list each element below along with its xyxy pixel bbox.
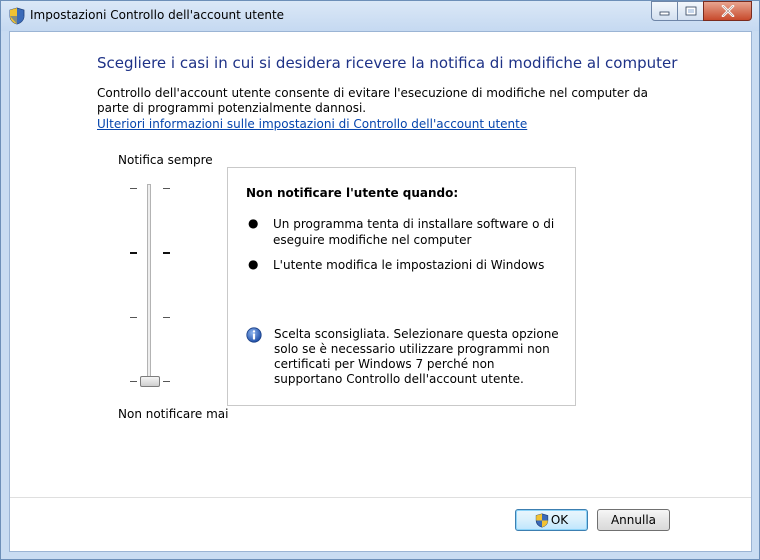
slider-tick	[130, 252, 137, 254]
slider-tick	[130, 317, 137, 318]
uac-shield-icon	[535, 512, 548, 528]
description-panel: Non notificare l'utente quando: ● Un pro…	[227, 167, 576, 406]
cancel-button[interactable]: Annulla	[597, 509, 670, 531]
slider-tick	[130, 188, 137, 189]
title-bar: Impostazioni Controllo dell'account uten…	[1, 1, 759, 31]
more-info-link[interactable]: Ulteriori informazioni sulle impostazion…	[97, 117, 527, 131]
slider-tick	[130, 381, 137, 382]
maximize-icon	[685, 6, 696, 16]
slider-thumb[interactable]	[140, 376, 160, 387]
slider-tick	[163, 188, 170, 189]
panel-title: Non notificare l'utente quando:	[246, 186, 459, 200]
dialog-content: Scegliere i casi in cui si desidera rice…	[9, 31, 752, 552]
bullet-icon: ●	[248, 257, 259, 271]
slider-bottom-label: Non notificare mai	[118, 407, 229, 421]
slider-tick	[163, 252, 170, 254]
separator	[10, 497, 751, 498]
slider-track[interactable]	[147, 184, 151, 384]
slider-tick	[163, 317, 170, 318]
ok-label: OK	[550, 513, 569, 527]
minimize-button[interactable]	[651, 1, 678, 21]
slider-top-label: Notifica sempre	[118, 153, 213, 167]
bullet-icon: ●	[248, 216, 259, 230]
bullet-text: L'utente modifica le impostazioni di Win…	[273, 258, 545, 272]
uac-settings-window: Impostazioni Controllo dell'account uten…	[0, 0, 760, 560]
bullet-text: Un programma tenta di installare softwar…	[273, 217, 555, 247]
page-title: Scegliere i casi in cui si desidera rice…	[97, 54, 678, 72]
uac-shield-icon	[9, 7, 25, 25]
info-text: Scelta sconsigliata. Selezionare questa …	[274, 327, 559, 386]
close-button[interactable]	[703, 1, 752, 21]
description-text: Controllo dell'account utente consente d…	[97, 86, 648, 115]
ok-button[interactable]: OK	[515, 509, 588, 531]
info-icon	[246, 327, 262, 343]
slider-tick	[163, 381, 170, 382]
maximize-button[interactable]	[677, 1, 704, 21]
minimize-icon	[659, 11, 670, 15]
close-icon	[721, 5, 734, 17]
window-title: Impostazioni Controllo dell'account uten…	[30, 8, 285, 22]
